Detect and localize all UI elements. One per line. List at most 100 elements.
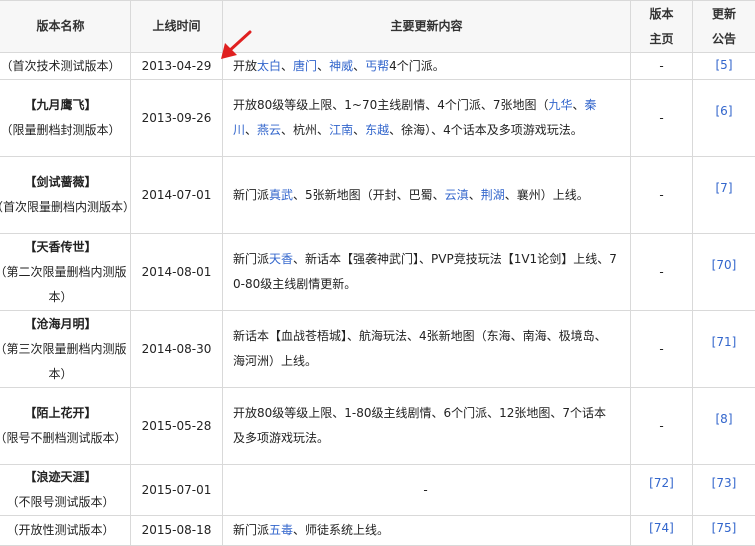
table-row: 【浪迹天涯】（不限号测试版本）2015-07-01 - [72] [73] [0,465,755,516]
version-name-cell: 【浪迹天涯】（不限号测试版本） [0,465,131,516]
homepage-ref-link[interactable]: [72] [649,476,674,490]
header-version-name: 版本名称 [0,1,131,53]
content-link[interactable]: 天香 [269,252,293,266]
header-home-line1: 版本 [649,7,673,21]
table-row: 【陌上花开】（限号不删档测试版本）2015-05-28 开放80级等级上限、1-8… [0,388,755,465]
version-subtitle: （首次限量删档内测版本） [0,195,130,220]
notice-ref-link[interactable]: [8] [716,412,733,426]
header-version-homepage: 版本 主页 [631,1,693,53]
content-text: 、 [353,123,365,137]
launch-date-cell: 2015-08-18 [131,516,223,546]
version-title: 【沧海月明】 [0,312,130,337]
content-link[interactable]: 丐帮 [365,59,389,73]
notice-ref-link[interactable]: [7] [716,181,733,195]
content-text: 开放80级等级上限、1~70主线剧情、4个门派、7张地图（ [233,98,549,112]
version-homepage-cell: - [631,157,693,234]
content-link[interactable]: 唐门 [293,59,317,73]
launch-date-cell: 2014-08-30 [131,311,223,388]
version-subtitle: （开放性测试版本） [0,518,130,543]
content-text: 新话本【血战苍梧城】、航海玩法、4张新地图（东海、南海、极境岛、海河洲）上线。 [233,329,607,368]
content-link[interactable]: 燕云 [257,123,281,137]
version-table: 版本名称 上线时间 主要更新内容 版本 主页 更新 公告 （首次技术测试版本）2… [0,0,755,546]
content-text: 开放 [233,59,257,73]
table-row: 【天香传世】（第二次限量删档内测版本）2014-08-01新门派天香、新话本【强… [0,234,755,311]
homepage-empty: - [659,188,663,202]
notice-ref-link[interactable]: [70] [712,258,737,272]
content-text: 、 [317,59,329,73]
update-notice-cell: [73] [693,465,755,516]
version-subtitle: （第二次限量删档内测版本） [0,260,130,310]
content-link[interactable]: 真武 [269,188,293,202]
content-text: - [423,483,427,497]
update-notice-cell: [8] [693,388,755,465]
table-row: 【九月鹰飞】（限量删档封测版本）2013-09-26 开放80级等级上限、1~70… [0,80,755,157]
update-content-cell: 新门派真武、5张新地图（开封、巴蜀、云滇、荆湖、襄州）上线。 [223,157,631,234]
version-subtitle: （限量删档封测版本） [0,118,130,143]
table-row: （首次技术测试版本）2013-04-29开放太白、唐门、神威、丐帮4个门派。-[… [0,53,755,80]
content-text: 新门派 [233,188,269,202]
update-notice-cell: [75] [693,516,755,546]
content-text: 、 [469,188,481,202]
content-text: 、5张新地图（开封、巴蜀、 [293,188,445,202]
update-content-cell: 开放太白、唐门、神威、丐帮4个门派。 [223,53,631,80]
update-content-cell: 新门派五毒、师徒系统上线。 [223,516,631,546]
version-title: 【浪迹天涯】 [0,465,130,490]
version-name-cell: 【沧海月明】（第三次限量删档内测版本） [0,311,131,388]
version-name-cell: 【剑试蔷薇】（首次限量删档内测版本） [0,157,131,234]
version-homepage-cell: [74] [631,516,693,546]
update-content-cell: 开放80级等级上限、1-80级主线剧情、6个门派、12张地图、7个话本及多项游戏… [223,388,631,465]
content-text: 、徐海）、4个话本及多项游戏玩法。 [389,123,583,137]
homepage-empty: - [659,265,663,279]
content-link[interactable]: 云滇 [445,188,469,202]
version-subtitle: （第三次限量删档内测版本） [0,337,130,387]
content-link[interactable]: 太白 [257,59,281,73]
notice-ref-link[interactable]: [6] [716,104,733,118]
content-text: 开放80级等级上限、1-80级主线剧情、6个门派、12张地图、7个话本及多项游戏… [233,406,606,445]
notice-ref-link[interactable]: [71] [712,335,737,349]
launch-date-cell: 2013-04-29 [131,53,223,80]
version-title: 【九月鹰飞】 [0,93,130,118]
content-text: 、 [281,59,293,73]
header-update-notice: 更新 公告 [693,1,755,53]
version-title: 【剑试蔷薇】 [0,170,130,195]
launch-date-cell: 2014-08-01 [131,234,223,311]
content-link[interactable]: 东越 [365,123,389,137]
update-content-cell: - [223,465,631,516]
content-text: 、 [573,98,585,112]
launch-date-cell: 2013-09-26 [131,80,223,157]
version-subtitle: （限号不删档测试版本） [0,426,130,451]
content-text: 新门派 [233,252,269,266]
table-row: （开放性测试版本）2015-08-18新门派五毒、师徒系统上线。[74][75] [0,516,755,546]
version-homepage-cell: - [631,311,693,388]
update-content-cell: 新话本【血战苍梧城】、航海玩法、4张新地图（东海、南海、极境岛、海河洲）上线。 [223,311,631,388]
content-link[interactable]: 神威 [329,59,353,73]
update-notice-cell: [70] [693,234,755,311]
version-name-cell: 【陌上花开】（限号不删档测试版本） [0,388,131,465]
header-launch-date: 上线时间 [131,1,223,53]
version-homepage-cell: - [631,53,693,80]
launch-date-cell: 2015-05-28 [131,388,223,465]
homepage-empty: - [659,111,663,125]
table-body: （首次技术测试版本）2013-04-29开放太白、唐门、神威、丐帮4个门派。-[… [0,53,755,546]
version-name-cell: （开放性测试版本） [0,516,131,546]
content-link[interactable]: 江南 [329,123,353,137]
content-link[interactable]: 五毒 [269,523,293,537]
header-home-line2: 主页 [649,32,673,46]
version-subtitle: （首次技术测试版本） [0,54,130,79]
version-homepage-cell: - [631,388,693,465]
content-text: 新门派 [233,523,269,537]
content-link[interactable]: 荆湖 [481,188,505,202]
update-notice-cell: [7] [693,157,755,234]
version-title: 【陌上花开】 [0,401,130,426]
content-link[interactable]: 九华 [549,98,573,112]
version-name-cell: 【天香传世】（第二次限量删档内测版本） [0,234,131,311]
launch-date-cell: 2015-07-01 [131,465,223,516]
homepage-empty: - [659,342,663,356]
version-title: 【天香传世】 [0,235,130,260]
notice-ref-link[interactable]: [5] [716,58,733,72]
version-homepage-cell: - [631,80,693,157]
version-homepage-cell: [72] [631,465,693,516]
notice-ref-link[interactable]: [73] [712,476,737,490]
homepage-empty: - [659,419,663,433]
version-homepage-cell: - [631,234,693,311]
